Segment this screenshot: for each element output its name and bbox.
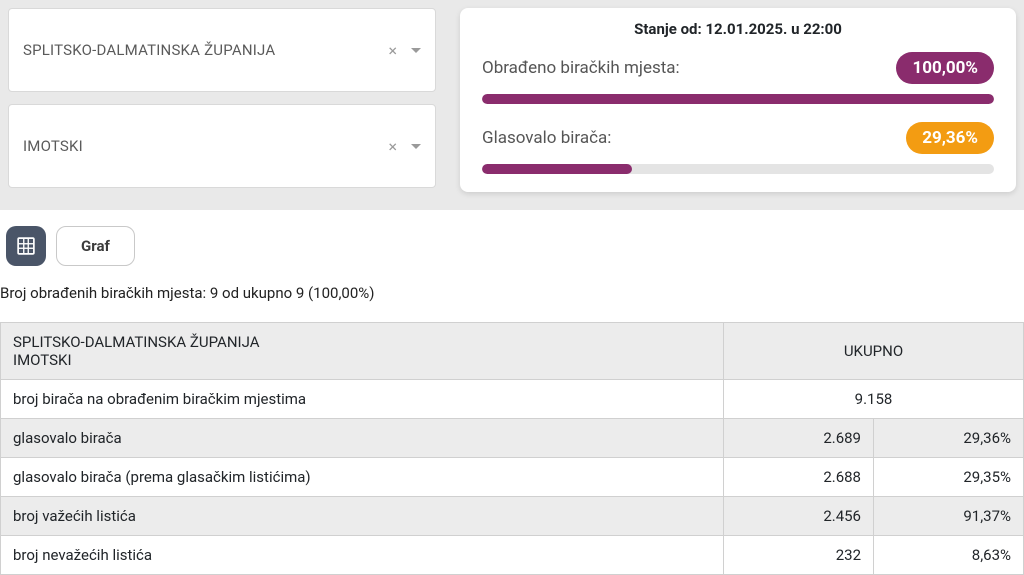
results-table: SPLITSKO-DALMATINSKA ŽUPANIJA IMOTSKI UK… bbox=[0, 322, 1024, 575]
graph-tab-label: Graf bbox=[81, 237, 110, 255]
graph-view-tab[interactable]: Graf bbox=[56, 226, 135, 266]
turnout-bar bbox=[482, 164, 994, 174]
municipality-clear-icon[interactable]: × bbox=[388, 137, 397, 156]
processed-bar bbox=[482, 94, 994, 104]
table-row: broj nevažećih listića2328,63% bbox=[1, 536, 1024, 575]
row-value: 2.456 bbox=[724, 497, 874, 536]
processed-bar-fill bbox=[482, 94, 994, 104]
table-header-total: UKUPNO bbox=[724, 323, 1024, 380]
row-label: glasovalo birača (prema glasačkim listić… bbox=[1, 458, 724, 497]
row-value: 2.689 bbox=[724, 419, 874, 458]
row-value: 232 bbox=[724, 536, 874, 575]
municipality-select[interactable]: IMOTSKI × bbox=[8, 104, 436, 188]
table-row: glasovalo birača (prema glasačkim listić… bbox=[1, 458, 1024, 497]
chevron-down-icon[interactable] bbox=[411, 48, 421, 53]
table-row: glasovalo birača2.68929,36% bbox=[1, 419, 1024, 458]
row-value: 2.688 bbox=[724, 458, 874, 497]
table-icon bbox=[17, 237, 35, 255]
table-view-tab[interactable] bbox=[6, 226, 46, 266]
status-timestamp: Stanje od: 12.01.2025. u 22:00 bbox=[482, 20, 994, 38]
turnout-bar-fill bbox=[482, 164, 632, 174]
row-percent: 29,36% bbox=[874, 419, 1024, 458]
row-value: 9.158 bbox=[724, 380, 1024, 419]
row-label: broj nevažećih listića bbox=[1, 536, 724, 575]
chevron-down-icon[interactable] bbox=[411, 144, 421, 149]
row-percent: 91,37% bbox=[874, 497, 1024, 536]
region-select-value: SPLITSKO-DALMATINSKA ŽUPANIJA bbox=[23, 41, 388, 59]
row-label: glasovalo birača bbox=[1, 419, 724, 458]
table-row: broj važećih listića2.45691,37% bbox=[1, 497, 1024, 536]
processed-label: Obrađeno biračkih mjesta: bbox=[482, 58, 680, 78]
row-percent: 29,35% bbox=[874, 458, 1024, 497]
table-header-location: SPLITSKO-DALMATINSKA ŽUPANIJA IMOTSKI bbox=[1, 323, 724, 380]
turnout-label: Glasovalo birača: bbox=[482, 128, 611, 148]
region-clear-icon[interactable]: × bbox=[388, 41, 397, 60]
row-label: broj birača na obrađenim biračkim mjesti… bbox=[1, 380, 724, 419]
processed-badge: 100,00% bbox=[896, 52, 994, 84]
row-percent: 8,63% bbox=[874, 536, 1024, 575]
processed-summary: Broj obrađenih biračkih mjesta: 9 od uku… bbox=[0, 272, 1024, 318]
municipality-select-value: IMOTSKI bbox=[23, 137, 388, 155]
table-row: broj birača na obrađenim biračkim mjesti… bbox=[1, 380, 1024, 419]
status-panel: Stanje od: 12.01.2025. u 22:00 Obrađeno … bbox=[460, 8, 1016, 192]
turnout-badge: 29,36% bbox=[906, 122, 994, 154]
row-label: broj važećih listića bbox=[1, 497, 724, 536]
region-select[interactable]: SPLITSKO-DALMATINSKA ŽUPANIJA × bbox=[8, 8, 436, 92]
